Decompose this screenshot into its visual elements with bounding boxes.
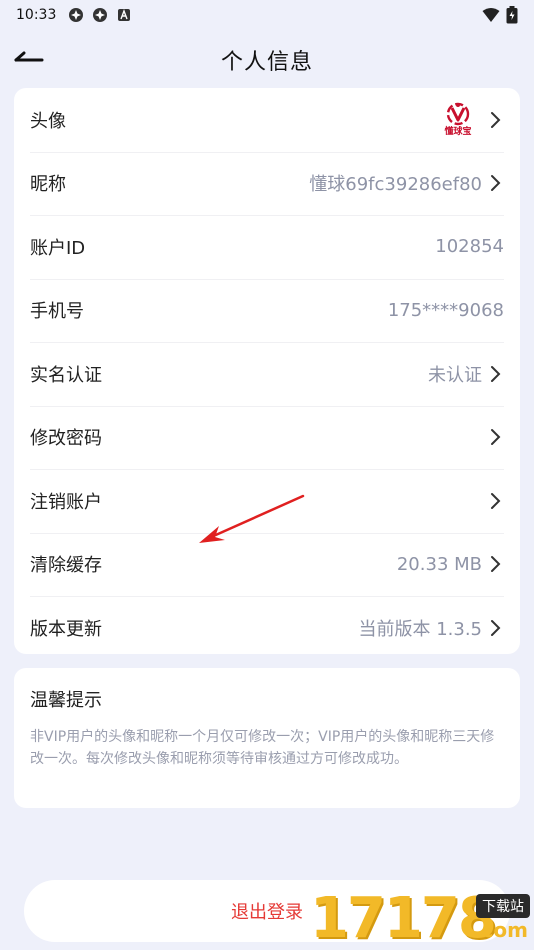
wifi-icon: [482, 7, 500, 27]
chevron-right-icon: [486, 365, 504, 383]
tip-title: 温馨提示: [30, 690, 102, 711]
back-button[interactable]: [14, 46, 48, 74]
logout-label: 退出登录: [231, 902, 303, 923]
chevron-right-icon: [486, 492, 504, 510]
row-value: 未认证: [428, 364, 482, 386]
status-bar: 10:33: [0, 0, 534, 30]
status-right: [482, 6, 518, 28]
row-label: 注销账户: [30, 491, 102, 513]
row-nickname[interactable]: 昵称 懂球69fc39286ef80: [14, 151, 520, 216]
dongqiu-logo-icon: [446, 103, 470, 126]
row-label: 实名认证: [30, 364, 102, 386]
profile-settings-list: 头像 懂球宝 昵称 懂球69fc39286ef80 账户ID 102854 手机…: [14, 88, 520, 654]
watermark-digits: 17178: [310, 886, 497, 950]
text-notification-icon: [116, 7, 132, 23]
status-time: 10:33: [16, 7, 57, 23]
row-label: 手机号: [30, 301, 84, 323]
row-value: 102854: [435, 236, 504, 258]
app-notification-icon: [68, 7, 84, 23]
row-value: 懂球69fc39286ef80: [309, 174, 482, 196]
row-change-password[interactable]: 修改密码: [14, 405, 520, 470]
tip-body: 非VIP用户的头像和昵称一个月仅可修改一次；VIP用户的头像和昵称三天修改一次。…: [30, 729, 495, 767]
battery-icon: [506, 6, 518, 28]
row-value: 当前版本 1.3.5: [358, 618, 482, 640]
row-label: 清除缓存: [30, 555, 102, 577]
row-value: 20.33 MB: [396, 553, 482, 575]
row-label: 头像: [30, 110, 66, 132]
row-account-id: 账户ID 102854: [14, 215, 520, 279]
app-notification-icon: [92, 7, 108, 23]
chevron-right-icon: [486, 428, 504, 446]
row-label: 账户ID: [30, 237, 86, 259]
header: 个人信息: [0, 38, 534, 82]
row-phone: 手机号 175****9068: [14, 278, 520, 343]
row-real-name-verification[interactable]: 实名认证 未认证: [14, 342, 520, 406]
row-label: 昵称: [30, 174, 66, 196]
annotation-arrow-icon: [199, 494, 305, 543]
chevron-right-icon: [486, 111, 504, 129]
row-label: 版本更新: [30, 618, 102, 640]
row-label: 修改密码: [30, 428, 102, 450]
watermark: 17178 下载站 .com: [304, 880, 534, 950]
chevron-right-icon: [486, 555, 504, 573]
tip-card: 温馨提示 非VIP用户的头像和昵称一个月仅可修改一次；VIP用户的头像和昵称三天…: [14, 668, 520, 808]
back-arrow-icon: [14, 50, 44, 70]
avatar-logo-text: 懂球宝: [444, 127, 472, 138]
watermark-suffix: .com: [473, 918, 528, 942]
watermark-badge: 下载站: [476, 894, 530, 918]
avatar: 懂球宝: [436, 98, 480, 142]
row-avatar[interactable]: 头像 懂球宝: [14, 88, 520, 152]
row-version-update[interactable]: 版本更新 当前版本 1.3.5: [14, 596, 520, 660]
chevron-right-icon: [486, 174, 504, 192]
row-value: 175****9068: [387, 299, 504, 321]
chevron-right-icon: [486, 619, 504, 637]
page-title: 个人信息: [220, 50, 313, 75]
